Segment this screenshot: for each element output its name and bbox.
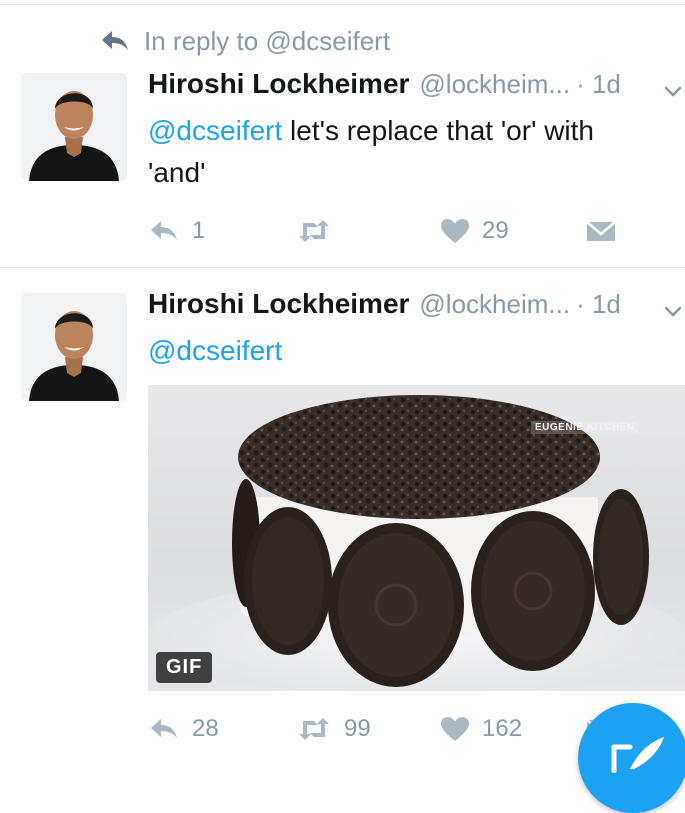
tweet-time: · 1d	[576, 69, 621, 99]
like-count: 162	[482, 715, 523, 742]
reply-context[interactable]: In reply to @dcseifert	[100, 24, 390, 58]
author-name[interactable]: Hiroshi Lockheimer	[148, 68, 409, 100]
chevron-down-icon[interactable]	[662, 80, 684, 102]
reply-icon	[151, 221, 177, 240]
envelope-icon	[586, 221, 616, 241]
avatar[interactable]	[21, 73, 127, 181]
retweet-button[interactable]	[296, 211, 344, 251]
reply-button[interactable]: 1	[148, 211, 205, 251]
retweet-button[interactable]: 99	[296, 709, 371, 749]
author-handle[interactable]: @lockheim...	[419, 289, 570, 320]
retweet-icon	[299, 718, 329, 740]
tweet-text: @dcseifert	[148, 330, 668, 372]
tweet-divider	[0, 267, 685, 268]
reply-arrow-icon	[102, 31, 128, 50]
retweet-count: 99	[344, 715, 371, 742]
author-name[interactable]: Hiroshi Lockheimer	[148, 288, 409, 320]
reply-count: 28	[192, 715, 219, 742]
tweet-text: @dcseifert let's replace that 'or' with …	[148, 110, 668, 194]
reply-count: 1	[192, 217, 206, 244]
mention-link[interactable]: @dcseifert	[148, 335, 282, 366]
mention-link[interactable]: @dcseifert	[148, 115, 282, 146]
heart-icon	[441, 219, 469, 243]
tweet-actions: 1 29	[148, 211, 668, 251]
tweet-header: Hiroshi Lockheimer @lockheim... · 1d	[148, 68, 621, 106]
like-button[interactable]: 29	[440, 211, 509, 251]
chevron-down-icon[interactable]	[662, 300, 684, 322]
top-divider	[0, 4, 685, 5]
direct-message-button[interactable]	[586, 211, 616, 251]
tweet-text-line1: let's replace that 'or' with	[282, 115, 594, 146]
gif-media[interactable]: EUGENIE KITCHEN GIF	[148, 385, 685, 691]
reply-context-text: In reply to @dcseifert	[144, 25, 391, 56]
avatar[interactable]	[21, 293, 127, 401]
media-watermark: EUGENIE KITCHEN	[531, 421, 639, 434]
compose-tweet-button[interactable]	[578, 703, 685, 813]
reply-button[interactable]: 28	[148, 709, 219, 749]
tweet-time: · 1d	[576, 289, 621, 319]
like-button[interactable]: 162	[440, 709, 522, 749]
retweet-icon	[299, 220, 329, 242]
compose-feather-icon	[611, 737, 664, 773]
like-count: 29	[482, 217, 509, 244]
tweet-text-line2: 'and'	[148, 157, 206, 188]
heart-icon	[441, 717, 469, 741]
reply-icon	[151, 719, 177, 738]
author-handle[interactable]: @lockheim...	[419, 69, 570, 100]
tweet-header: Hiroshi Lockheimer @lockheim... · 1d	[148, 288, 621, 326]
gif-badge: GIF	[156, 652, 213, 683]
